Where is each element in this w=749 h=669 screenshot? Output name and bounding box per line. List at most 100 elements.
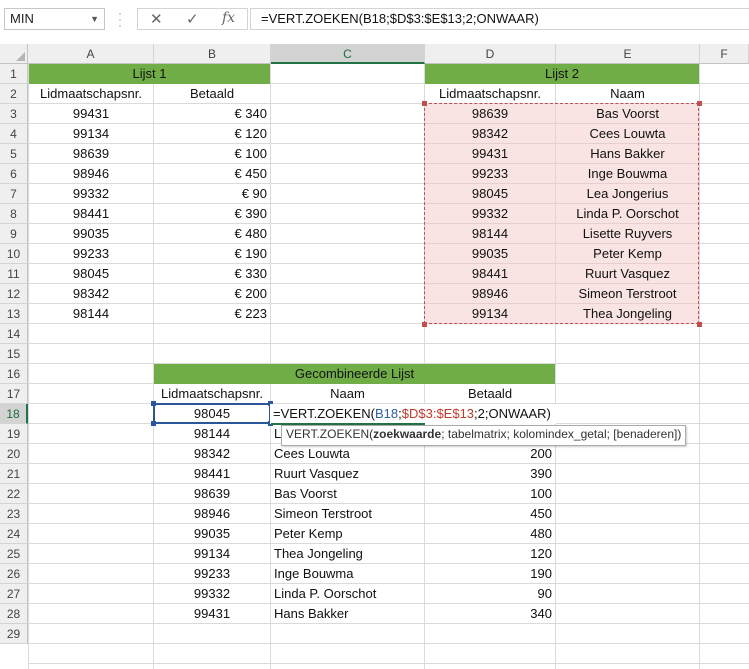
combined-paid-cell[interactable]: 480	[425, 524, 555, 544]
lijst2-name-cell[interactable]: Bas Voorst	[556, 104, 699, 124]
lijst1-id-cell[interactable]: 99332	[29, 184, 153, 204]
combined-name-cell[interactable]: Ruurt Vasquez	[271, 464, 424, 484]
selection-handle[interactable]	[151, 421, 156, 426]
row-header-26[interactable]: 26	[0, 564, 28, 584]
combined-id-cell[interactable]: 99431	[154, 604, 270, 624]
row-header-15[interactable]: 15	[0, 344, 28, 364]
combined-id-cell[interactable]: 99233	[154, 564, 270, 584]
combined-paid-cell[interactable]: 100	[425, 484, 555, 504]
row-header-22[interactable]: 22	[0, 484, 28, 504]
range-handle[interactable]	[697, 322, 702, 327]
combined-name-cell[interactable]: Hans Bakker	[271, 604, 424, 624]
lijst2-name-cell[interactable]: Ruurt Vasquez	[556, 264, 699, 284]
lijst2-name-cell[interactable]: Cees Louwta	[556, 124, 699, 144]
combined-paid-cell[interactable]: 450	[425, 504, 555, 524]
combined-name-cell[interactable]: Inge Bouwma	[271, 564, 424, 584]
combined-name-cell[interactable]: Thea Jongeling	[271, 544, 424, 564]
combined-name-cell[interactable]: Bas Voorst	[271, 484, 424, 504]
cell-editor-c18[interactable]: =VERT.ZOEKEN(B18;$D$3:$E$13;2;ONWAAR)	[270, 404, 556, 424]
column-header-b[interactable]: B	[154, 44, 271, 64]
lijst1-id-cell[interactable]: 99233	[29, 244, 153, 264]
formula-input[interactable]: =VERT.ZOEKEN(B18;$D$3:$E$13;2;ONWAAR)	[250, 8, 749, 30]
lijst1-paid-cell[interactable]: € 100	[154, 144, 270, 164]
combined-id-cell[interactable]: 98441	[154, 464, 270, 484]
lijst2-id-cell[interactable]: 99332	[425, 204, 555, 224]
row-header-8[interactable]: 8	[0, 204, 28, 224]
column-header-d[interactable]: D	[425, 44, 556, 64]
combined-paid-cell[interactable]: 390	[425, 464, 555, 484]
row-header-11[interactable]: 11	[0, 264, 28, 284]
combined-paid-cell[interactable]: 190	[425, 564, 555, 584]
lijst1-id-cell[interactable]: 98144	[29, 304, 153, 324]
lijst1-paid-cell[interactable]: € 190	[154, 244, 270, 264]
column-header-a[interactable]: A	[28, 44, 154, 64]
row-header-28[interactable]: 28	[0, 604, 28, 624]
lijst1-id-cell[interactable]: 98342	[29, 284, 153, 304]
lijst1-id-cell[interactable]: 98639	[29, 144, 153, 164]
column-header-e[interactable]: E	[556, 44, 700, 64]
range-handle[interactable]	[422, 101, 427, 106]
lijst2-name-cell[interactable]: Thea Jongeling	[556, 304, 699, 324]
row-header-14[interactable]: 14	[0, 324, 28, 344]
combined-id-cell[interactable]: 98144	[154, 424, 270, 444]
row-header-17[interactable]: 17	[0, 384, 28, 404]
row-header-20[interactable]: 20	[0, 444, 28, 464]
lijst2-name-cell[interactable]: Hans Bakker	[556, 144, 699, 164]
chevron-down-icon[interactable]: ▼	[90, 9, 99, 29]
row-header-19[interactable]: 19	[0, 424, 28, 444]
combined-paid-cell[interactable]: 120	[425, 544, 555, 564]
combined-id-cell[interactable]: 98946	[154, 504, 270, 524]
combined-name-cell[interactable]: Simeon Terstroot	[271, 504, 424, 524]
lijst1-paid-cell[interactable]: € 200	[154, 284, 270, 304]
row-header-25[interactable]: 25	[0, 544, 28, 564]
confirm-icon[interactable]: ✓	[186, 10, 199, 28]
lijst1-paid-cell[interactable]: € 390	[154, 204, 270, 224]
range-handle[interactable]	[422, 322, 427, 327]
combined-id-cell[interactable]: 99134	[154, 544, 270, 564]
lijst2-name-cell[interactable]: Simeon Terstroot	[556, 284, 699, 304]
lijst1-paid-cell[interactable]: € 450	[154, 164, 270, 184]
lijst2-name-cell[interactable]: Lea Jongerius	[556, 184, 699, 204]
combined-id-cell[interactable]: 98639	[154, 484, 270, 504]
row-header-9[interactable]: 9	[0, 224, 28, 244]
tooltip-arg-bold[interactable]: zoekwaarde	[373, 427, 441, 441]
lijst1-id-cell[interactable]: 99035	[29, 224, 153, 244]
lijst1-id-cell[interactable]: 99134	[29, 124, 153, 144]
row-header-24[interactable]: 24	[0, 524, 28, 544]
combined-id-cell[interactable]: 99035	[154, 524, 270, 544]
lijst2-id-cell[interactable]: 98639	[425, 104, 555, 124]
selection-handle[interactable]	[151, 401, 156, 406]
lijst2-id-cell[interactable]: 99134	[425, 304, 555, 324]
row-header-5[interactable]: 5	[0, 144, 28, 164]
lijst1-id-cell[interactable]: 98045	[29, 264, 153, 284]
combined-name-cell[interactable]: Linda P. Oorschot	[271, 584, 424, 604]
lijst2-name-cell[interactable]: Lisette Ruyvers	[556, 224, 699, 244]
row-header-21[interactable]: 21	[0, 464, 28, 484]
lijst2-id-cell[interactable]: 99035	[425, 244, 555, 264]
lijst1-paid-cell[interactable]: € 120	[154, 124, 270, 144]
cancel-icon[interactable]: ✕	[150, 10, 163, 28]
function-tooltip[interactable]: VERT.ZOEKEN(zoekwaarde; tabelmatrix; kol…	[281, 425, 687, 446]
lijst1-paid-cell[interactable]: € 330	[154, 264, 270, 284]
insert-function-icon[interactable]: fx	[222, 10, 235, 26]
lijst1-paid-cell[interactable]: € 340	[154, 104, 270, 124]
select-all-button[interactable]	[0, 44, 28, 64]
lijst1-id-cell[interactable]: 98441	[29, 204, 153, 224]
combined-id-cell[interactable]: 98342	[154, 444, 270, 464]
row-header-6[interactable]: 6	[0, 164, 28, 184]
lijst2-name-cell[interactable]: Linda P. Oorschot	[556, 204, 699, 224]
row-header-4[interactable]: 4	[0, 124, 28, 144]
row-header-1[interactable]: 1	[0, 64, 28, 84]
row-header-18[interactable]: 18	[0, 404, 28, 424]
lijst1-paid-cell[interactable]: € 223	[154, 304, 270, 324]
lijst2-id-cell[interactable]: 98342	[425, 124, 555, 144]
combined-name-cell[interactable]: Peter Kemp	[271, 524, 424, 544]
range-handle[interactable]	[697, 101, 702, 106]
combined-id-cell[interactable]: 99332	[154, 584, 270, 604]
combined-paid-cell[interactable]: 340	[425, 604, 555, 624]
row-header-27[interactable]: 27	[0, 584, 28, 604]
row-header-13[interactable]: 13	[0, 304, 28, 324]
row-header-23[interactable]: 23	[0, 504, 28, 524]
lijst1-id-cell[interactable]: 98946	[29, 164, 153, 184]
row-header-12[interactable]: 12	[0, 284, 28, 304]
